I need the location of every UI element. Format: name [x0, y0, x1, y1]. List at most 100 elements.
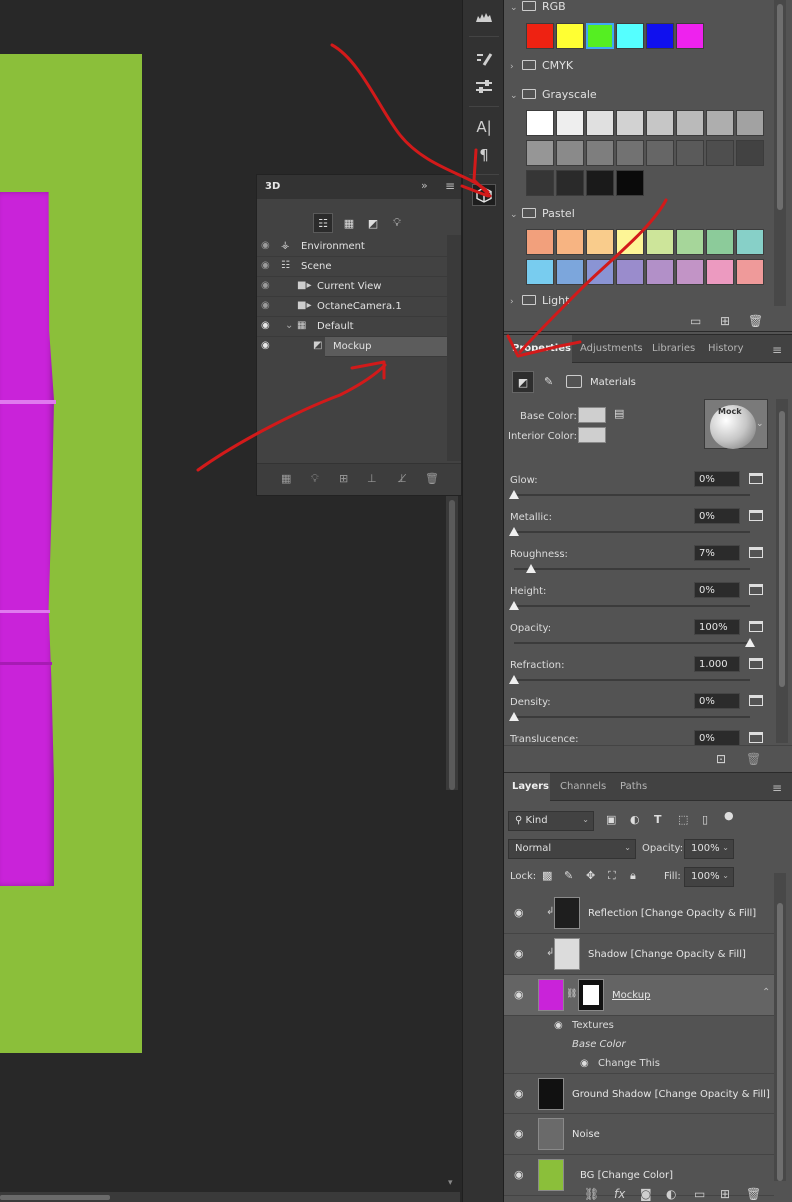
- color-swatch[interactable]: [526, 110, 554, 136]
- color-swatch[interactable]: [646, 229, 674, 255]
- 3d-panel-cube-icon[interactable]: [472, 184, 496, 206]
- drop-to-ground-icon[interactable]: ⊥: [367, 472, 377, 485]
- color-swatch[interactable]: [616, 23, 644, 49]
- 3d-item-default-mesh[interactable]: ◉ ⌄ ▦ Default: [257, 317, 447, 337]
- materials-filter-icon[interactable]: ◩: [363, 213, 383, 233]
- lock-artboard-icon[interactable]: ⛶: [608, 869, 616, 883]
- trash-icon[interactable]: 🗑︎: [425, 472, 439, 485]
- texture-folder-icon[interactable]: [749, 510, 763, 521]
- property-value-field[interactable]: 100%: [694, 619, 740, 635]
- visibility-eye-icon[interactable]: ◉: [514, 906, 524, 919]
- color-swatch[interactable]: [556, 23, 584, 49]
- visibility-eye-icon[interactable]: ◉: [514, 1127, 524, 1140]
- property-slider-track[interactable]: [514, 716, 750, 718]
- color-swatch[interactable]: [556, 170, 584, 196]
- load-texture-icon[interactable]: ⊡: [716, 752, 726, 766]
- color-swatch[interactable]: [556, 110, 584, 136]
- texture-folder-icon[interactable]: [749, 473, 763, 484]
- visibility-eye-icon[interactable]: ◉: [261, 300, 275, 311]
- color-swatch[interactable]: [676, 259, 704, 285]
- smart-object-filter-icon[interactable]: ▯: [702, 813, 708, 826]
- color-swatch[interactable]: [706, 110, 734, 136]
- property-slider-track[interactable]: [514, 642, 750, 644]
- property-value-field[interactable]: 0%: [694, 508, 740, 524]
- property-slider-knob[interactable]: [509, 527, 519, 536]
- add-mask-icon[interactable]: ◙: [640, 1187, 652, 1201]
- trash-icon[interactable]: 🗑︎: [748, 314, 763, 328]
- materials-mode-icon[interactable]: ◩: [512, 371, 534, 393]
- color-swatch[interactable]: [736, 259, 764, 285]
- property-value-field[interactable]: 0%: [694, 471, 740, 487]
- link-layers-icon[interactable]: ⛓︎: [584, 1187, 599, 1201]
- visibility-eye-icon[interactable]: ◉: [261, 280, 275, 291]
- swatch-group-cmyk[interactable]: › CMYK: [510, 59, 573, 72]
- color-swatch[interactable]: [556, 140, 584, 166]
- color-swatch[interactable]: [736, 110, 764, 136]
- 3d-item-mockup-material[interactable]: Mockup: [325, 337, 447, 357]
- color-swatch[interactable]: [526, 140, 554, 166]
- scroll-down-arrow-icon[interactable]: ▾: [448, 1178, 453, 1188]
- tab-history[interactable]: History: [700, 335, 752, 363]
- tab-layers[interactable]: Layers: [504, 773, 550, 801]
- property-slider-track[interactable]: [514, 531, 750, 533]
- histogram-icon[interactable]: [472, 6, 496, 28]
- interior-color-swatch[interactable]: [578, 427, 606, 443]
- trash-icon[interactable]: 🗑︎: [746, 1187, 761, 1201]
- color-swatch[interactable]: [676, 229, 704, 255]
- tab-paths[interactable]: Paths: [612, 773, 655, 801]
- property-slider-knob[interactable]: [509, 601, 519, 610]
- color-swatch[interactable]: [706, 140, 734, 166]
- property-slider-track[interactable]: [514, 679, 750, 681]
- layer-row-bg[interactable]: ◉ BG [Change Color]: [504, 1155, 774, 1196]
- swatches-scroll-thumb[interactable]: [777, 4, 783, 210]
- texture-folder-icon[interactable]: [749, 658, 763, 669]
- visibility-eye-icon[interactable]: ◉: [514, 1087, 524, 1100]
- texture-folder-icon[interactable]: [749, 732, 763, 743]
- color-swatch[interactable]: [526, 229, 554, 255]
- texture-folder-icon[interactable]: [749, 695, 763, 706]
- color-swatch[interactable]: [616, 110, 644, 136]
- sub-item-textures[interactable]: ◉ Textures: [534, 1017, 774, 1036]
- texture-folder-icon[interactable]: [749, 547, 763, 558]
- 3d-item-octane-camera[interactable]: ◉ ■▸ OctaneCamera.1: [257, 297, 447, 317]
- color-swatch[interactable]: [586, 140, 614, 166]
- layer-fx-button[interactable]: fx: [614, 1187, 625, 1201]
- property-slider-knob[interactable]: [509, 490, 519, 499]
- canvas-horizontal-scroll-thumb[interactable]: [0, 1195, 110, 1200]
- property-slider-track[interactable]: [514, 494, 750, 496]
- whole-scene-filter-icon[interactable]: ☷: [313, 213, 333, 233]
- 3d-panel-scrollbar[interactable]: [447, 235, 461, 461]
- new-group-folder-icon[interactable]: ▭: [694, 1187, 705, 1201]
- type-layer-filter-icon[interactable]: T: [654, 813, 662, 826]
- render-settings-icon[interactable]: ⊥̸: [397, 472, 407, 485]
- color-swatch[interactable]: [706, 229, 734, 255]
- color-swatch[interactable]: [706, 259, 734, 285]
- lock-image-pixels-icon[interactable]: ✎: [564, 869, 573, 882]
- color-swatch[interactable]: [646, 23, 674, 49]
- visibility-eye-icon[interactable]: ◉: [514, 988, 524, 1001]
- property-value-field[interactable]: 0%: [694, 693, 740, 709]
- collapse-effects-chevron-icon[interactable]: ⌃: [762, 987, 770, 998]
- color-swatch[interactable]: [526, 170, 554, 196]
- property-slider-knob[interactable]: [525, 564, 536, 573]
- add-light-icon[interactable]: 💡︎: [311, 472, 319, 486]
- chevron-down-icon[interactable]: ⌄: [285, 320, 293, 331]
- color-swatch[interactable]: [586, 23, 614, 49]
- lock-all-icon[interactable]: 🔒︎: [630, 869, 636, 883]
- mesh-render-icon[interactable]: ▦: [281, 472, 291, 485]
- visibility-eye-icon[interactable]: ◉: [514, 947, 524, 960]
- color-swatch[interactable]: [736, 229, 764, 255]
- new-adjustment-layer-icon[interactable]: ◐: [666, 1187, 676, 1201]
- property-slider-knob[interactable]: [509, 712, 519, 721]
- visibility-eye-icon[interactable]: ◉: [261, 320, 275, 331]
- 3d-panel-header[interactable]: [257, 175, 461, 199]
- visibility-eye-icon[interactable]: ◉: [261, 240, 275, 251]
- color-swatch[interactable]: [676, 23, 704, 49]
- character-text-icon[interactable]: A|: [472, 116, 496, 138]
- swatch-group-rgb[interactable]: ⌄ RGB: [510, 0, 566, 13]
- color-swatch[interactable]: [646, 110, 674, 136]
- brush-settings-icon[interactable]: [472, 48, 496, 70]
- visibility-eye-icon[interactable]: ◉: [261, 340, 275, 351]
- color-swatch[interactable]: [616, 170, 644, 196]
- meshes-filter-icon[interactable]: ▦: [339, 213, 359, 233]
